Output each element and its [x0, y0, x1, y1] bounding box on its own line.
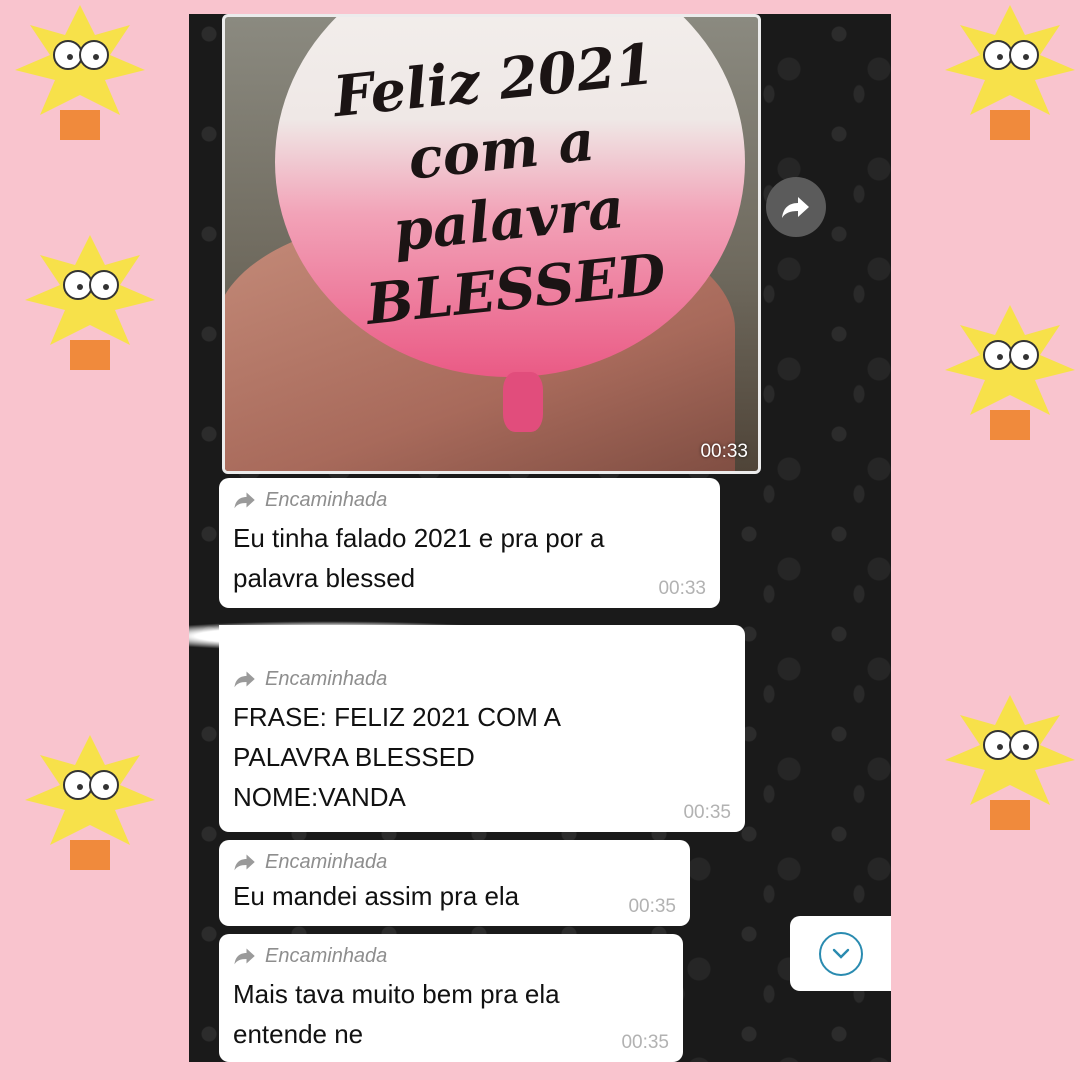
message-timestamp: 00:35 [683, 802, 731, 823]
video-duration: 00:33 [700, 441, 748, 462]
message-line: Eu mandei assim pra ela [233, 881, 520, 911]
forwarded-arrow-icon [234, 948, 255, 965]
cartoon-figure-decoration [945, 5, 1075, 140]
forwarded-text: Encaminhada [265, 488, 388, 511]
forwarded-label: Encaminhada [233, 667, 731, 691]
forwarded-label: Encaminhada [233, 850, 676, 874]
cartoon-figure-decoration [25, 735, 155, 870]
message-line: NOME:VANDA [233, 782, 406, 812]
message-line: FRASE: FELIZ 2021 COM A [233, 702, 561, 732]
forwarded-label: Encaminhada [233, 944, 669, 968]
message-text: Eu mandei assim pra ela [233, 876, 676, 916]
cartoon-figure-decoration [945, 695, 1075, 830]
forwarded-text: Encaminhada [265, 944, 388, 967]
message-line: Mais tava muito bem pra ela [233, 979, 560, 1009]
message-line: palavra blessed [233, 563, 416, 593]
forward-button[interactable] [766, 177, 826, 237]
message-bubble[interactable]: Encaminhada Eu tinha falado 2021 e pra p… [219, 478, 720, 608]
forwarded-label: Encaminhada [233, 488, 706, 512]
scroll-ring [818, 931, 863, 976]
message-text: Mais tava muito bem pra ela entende ne [233, 974, 669, 1054]
scroll-to-bottom-button[interactable] [790, 916, 891, 991]
message-text: Eu tinha falado 2021 e pra por a palavra… [233, 518, 706, 598]
forwarded-text: Encaminhada [265, 850, 388, 873]
message-text: FRASE: FELIZ 2021 COM A PALAVRA BLESSED … [233, 697, 731, 817]
message-bubble[interactable]: Encaminhada Mais tava muito bem pra ela … [219, 934, 683, 1062]
balloon-knot [503, 372, 543, 432]
message-line: entende ne [233, 1019, 364, 1049]
message-bubble[interactable]: Encaminhada Eu mandei assim pra ela 00:3… [219, 840, 690, 926]
balloon-printed-text: Feliz 2021 com a palavra BLESSED [272, 23, 739, 347]
video-message[interactable]: Feliz 2021 com a palavra BLESSED 00:33 [222, 14, 761, 474]
forward-arrow-icon [782, 197, 809, 218]
message-bubble[interactable]: Encaminhada FRASE: FELIZ 2021 COM A PALA… [219, 625, 745, 832]
chevron-down-icon [832, 948, 849, 959]
forwarded-arrow-icon [234, 492, 255, 509]
message-timestamp: 00:35 [621, 1032, 669, 1053]
message-line: PALAVRA BLESSED [233, 742, 475, 772]
cartoon-figure-decoration [945, 305, 1075, 440]
forwarded-text: Encaminhada [265, 667, 388, 690]
message-timestamp: 00:33 [658, 578, 706, 599]
cartoon-figure-decoration [15, 5, 145, 140]
forwarded-arrow-icon [234, 671, 255, 688]
chat-conversation[interactable]: Feliz 2021 com a palavra BLESSED 00:33 E… [189, 14, 891, 1062]
message-line: Eu tinha falado 2021 e pra por a [233, 523, 605, 553]
cartoon-figure-decoration [25, 235, 155, 370]
forwarded-arrow-icon [234, 854, 255, 871]
message-timestamp: 00:35 [628, 896, 676, 917]
